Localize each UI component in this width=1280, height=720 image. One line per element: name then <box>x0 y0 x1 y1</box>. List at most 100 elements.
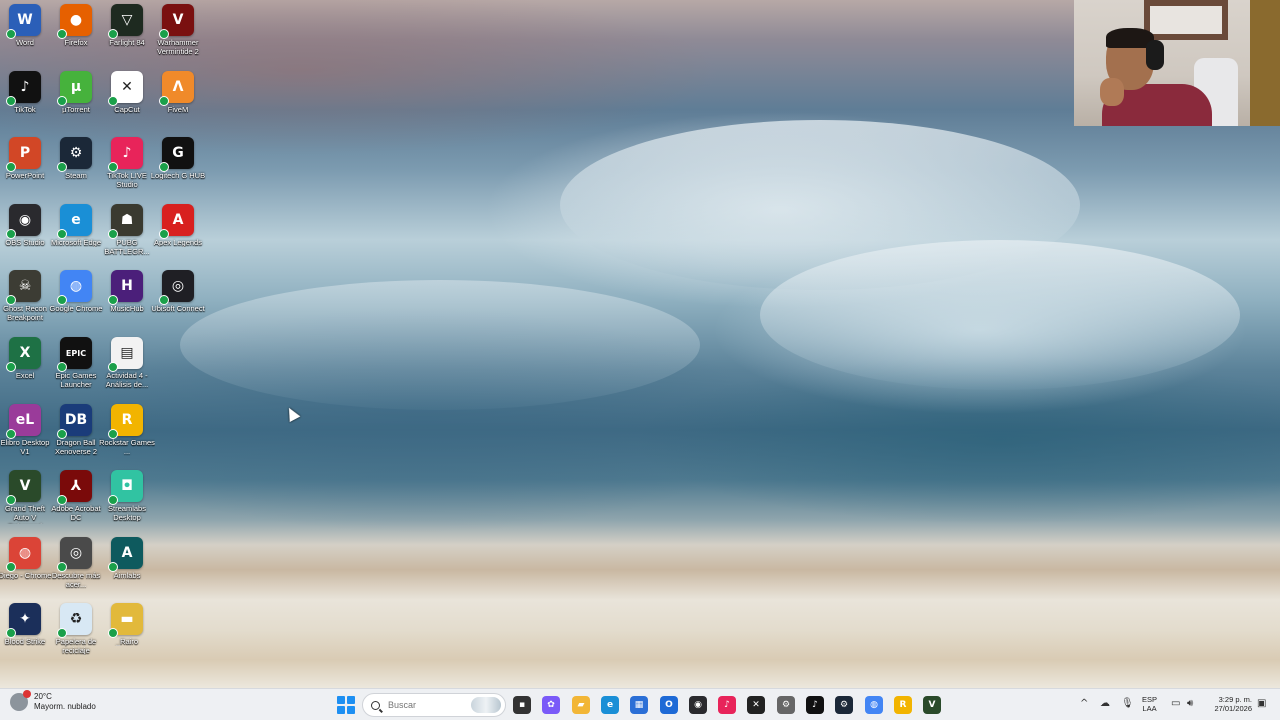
clock-time: 3:29 p. m. <box>1218 695 1252 704</box>
desktop-icon[interactable]: ▬ _Rairo <box>102 603 152 667</box>
taskbar-outlook-icon[interactable]: O <box>660 696 678 714</box>
taskbar-tiktok-live-icon[interactable]: ♪ <box>718 696 736 714</box>
desktop-icon[interactable]: G Logitech G HUB <box>151 137 205 201</box>
taskbar-obs-studio-icon[interactable]: ◉ <box>689 696 707 714</box>
sync-check-icon <box>57 95 67 106</box>
weather-temp: 20°C <box>34 692 52 701</box>
sync-check-icon <box>159 95 169 106</box>
webcam-overlay <box>1074 0 1280 126</box>
sync-check-icon <box>108 95 118 106</box>
taskbar-capcut-icon[interactable]: ✕ <box>747 696 765 714</box>
desktop-icon[interactable]: ✦ Blood Strike <box>0 603 50 667</box>
desktop-icon-label: _Rairo <box>115 637 139 647</box>
desktop-icon[interactable]: R Rockstar Games ... <box>99 403 155 468</box>
desktop-icon[interactable]: A Aimlabs <box>102 536 152 601</box>
webcam-door <box>1250 0 1280 126</box>
taskbar-gta-icon[interactable]: V <box>923 696 941 714</box>
desktop-icon-label: Dragon Ball Xenoverse 2 <box>54 437 98 456</box>
clock[interactable]: 3:29 p. m. 27/01/2026 <box>1204 695 1252 713</box>
sync-check-icon <box>57 362 67 372</box>
dragon-ball-icon: DB <box>57 403 92 439</box>
desktop-icon[interactable]: ⅄ Adobe Acrobat DC <box>51 470 101 534</box>
taskbar-steam-icon[interactable]: ⚙ <box>835 696 853 714</box>
desktop-icon[interactable]: DB Dragon Ball Xenoverse 2 <box>51 403 101 468</box>
wallpaper-dune <box>760 240 1240 390</box>
desktop-icon[interactable]: A Apex Legends <box>153 203 203 268</box>
desktop-icon[interactable]: ◎ Ubisoft Connect <box>151 270 205 334</box>
desktop-icon-grid: W Word ● Firefox ▽ Farlight 84 V Warhammer Verm… <box>0 4 205 667</box>
desktop-icon-label: Blood Strike <box>4 637 46 647</box>
onedrive-icon[interactable]: ☁ <box>1100 698 1110 709</box>
network-icon[interactable]: ▭ <box>1171 698 1180 709</box>
desktop-icon[interactable]: ♪ TikTok <box>0 70 50 135</box>
desktop-icon-label: Ubisoft Connect <box>151 304 205 314</box>
desktop-icon-label: Rockstar Games ... <box>99 437 155 456</box>
keyboard-layout: LAA <box>1142 704 1157 713</box>
fivem-icon: Λ <box>159 70 194 106</box>
chrome-icon: ◍ <box>57 270 92 306</box>
desktop-icon[interactable]: VGrand Theft Auto V Enhanced <box>0 470 50 534</box>
headset-icon <box>1146 40 1164 70</box>
document-icon: ▤ <box>108 337 143 372</box>
taskbar-copilot-icon[interactable]: ✿ <box>542 696 560 714</box>
elibro-icon: eL <box>6 403 41 439</box>
desktop-icon[interactable]: V Warhammer Vermintide 2 <box>153 4 203 68</box>
steam-icon: ⚙ <box>57 137 92 173</box>
start-button[interactable] <box>337 696 355 714</box>
desktop-icon[interactable]: EPIC Epic Games Launcher <box>51 337 101 401</box>
search-input[interactable] <box>388 700 468 710</box>
desktop-icon[interactable]: ♻ Papelera de reciclaje <box>51 603 101 667</box>
desktop-icon[interactable]: ▽ Farlight 84 <box>102 4 152 68</box>
search-icon <box>371 700 380 710</box>
obs-icon: ◉ <box>6 203 41 239</box>
desktop-icon[interactable]: µ µTorrent <box>51 70 101 135</box>
desktop-icon[interactable]: Λ FiveM <box>153 70 203 135</box>
desktop-icon-label: Word <box>16 38 34 47</box>
desktop-icon[interactable]: H MusicHub <box>102 270 152 334</box>
desktop-icon[interactable]: e Microsoft Edge <box>51 203 101 268</box>
desktop-icon[interactable]: ● Firefox <box>51 4 101 68</box>
sync-check-icon <box>159 228 169 239</box>
excel-icon: X <box>6 337 41 372</box>
taskbar-tiktok-icon[interactable]: ♪ <box>806 696 824 714</box>
taskbar-task-view-icon[interactable]: ▪ <box>513 696 531 714</box>
desktop-icon[interactable]: ✕ CapCut <box>102 70 152 135</box>
desktop-icon[interactable]: ☗ PUBG BATTLEGR... <box>102 203 152 268</box>
taskbar-edge-icon[interactable]: e <box>601 696 619 714</box>
desktop-icon-label: PUBG BATTLEGR... <box>104 237 150 256</box>
volume-icon[interactable]: 🔊︎ <box>1187 698 1193 709</box>
microphone-icon[interactable]: 🎙︎ <box>1121 698 1134 709</box>
desktop-icon[interactable]: ♪ TikTok LIVE Studio <box>102 137 152 201</box>
sync-check-icon <box>6 428 16 439</box>
desktop-icon[interactable]: ⚙ Steam <box>51 137 101 201</box>
taskbar-chrome-icon[interactable]: ◍ <box>865 696 883 714</box>
desktop-icon[interactable]: ◎ Descubre más acer... <box>51 536 101 601</box>
taskbar-microsoft-store-icon[interactable]: ▦ <box>630 696 648 714</box>
sync-check-icon <box>6 228 16 239</box>
desktop-icon[interactable]: P PowerPoint <box>0 137 50 201</box>
desktop-icon[interactable]: ◉ OBS Studio <box>0 203 50 268</box>
desktop-icon[interactable]: ☠ Ghost Recon Breakpoint <box>0 270 50 334</box>
desktop-icon[interactable]: eL Elibro Desktop V1 <box>0 403 50 468</box>
notification-icon[interactable]: ▣ <box>1257 698 1266 709</box>
language-indicator[interactable]: ESP LAA <box>1142 695 1157 713</box>
desktop-icon[interactable]: W Word <box>0 4 50 68</box>
desktop-icon[interactable]: ◍ Diego - Chrome <box>0 536 52 601</box>
desktop-icon-label: Diego - Chrome <box>0 570 52 580</box>
tray-chevron-icon[interactable]: ^ <box>1080 698 1088 709</box>
desktop-icon[interactable]: ◘ Streamlabs Desktop <box>102 470 152 534</box>
desktop-icon-label: Adobe Acrobat DC <box>51 504 101 523</box>
taskbar-rockstar-icon[interactable]: R <box>894 696 912 714</box>
desktop-icon-label: Google Chrome <box>49 304 103 314</box>
desktop-icon[interactable]: X Excel <box>0 337 50 401</box>
weather-widget[interactable]: 20°C Mayorm. nublado <box>10 690 96 712</box>
weather-alert-badge <box>23 690 31 698</box>
tiktok-icon: ♪ <box>6 70 41 106</box>
clock-date: 27/01/2026 <box>1214 704 1252 713</box>
taskbar-search[interactable] <box>362 693 506 717</box>
taskbar-settings-icon[interactable]: ⚙ <box>777 696 795 714</box>
desktop-icon[interactable]: ▤ Actividad 4 - Análisis de... <box>102 337 152 401</box>
taskbar-file-explorer-icon[interactable]: ▰ <box>572 696 590 714</box>
warhammer-icon: V <box>159 4 194 39</box>
desktop-icon[interactable]: ◍ Google Chrome <box>49 270 103 334</box>
